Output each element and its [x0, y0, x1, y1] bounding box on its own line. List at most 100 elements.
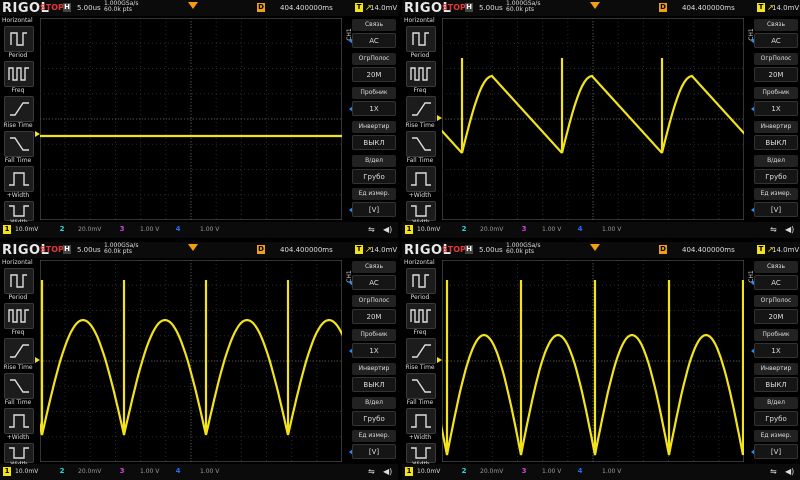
- fall-time-button[interactable]: [4, 373, 34, 399]
- positive-width-button[interactable]: [4, 408, 34, 434]
- speaker-icon[interactable]: ◀): [785, 225, 794, 234]
- rise-time-button[interactable]: [4, 338, 34, 364]
- channel-1-box[interactable]: 1: [405, 225, 413, 234]
- channel-1-box[interactable]: 1: [3, 467, 11, 476]
- channel-4-box[interactable]: 4: [576, 225, 584, 234]
- delay-value[interactable]: 404.400000ms: [682, 4, 735, 12]
- period-button[interactable]: [406, 26, 436, 52]
- coupling-value[interactable]: AC: [352, 33, 396, 48]
- fall-time-button[interactable]: [406, 373, 436, 399]
- delay-value[interactable]: 404.400000ms: [280, 246, 333, 254]
- graticule: [442, 260, 744, 462]
- channel-3-box[interactable]: 3: [520, 467, 528, 476]
- channel-2-box[interactable]: 2: [58, 467, 66, 476]
- trigger-box: T: [355, 245, 363, 254]
- invert-value[interactable]: ВЫКЛ: [352, 135, 396, 150]
- speaker-icon[interactable]: ◀): [383, 225, 392, 234]
- channel-4-box[interactable]: 4: [174, 225, 182, 234]
- freq-button[interactable]: [406, 61, 436, 87]
- channel-1-level-marker: [437, 115, 442, 121]
- channel-1-box[interactable]: 1: [405, 467, 413, 476]
- waveform-display[interactable]: [442, 260, 744, 462]
- waveform-display[interactable]: [40, 260, 342, 462]
- unit-value[interactable]: [V]: [352, 202, 396, 217]
- channel-4-box[interactable]: 4: [174, 467, 182, 476]
- timebase-value[interactable]: 5.00us: [77, 4, 101, 12]
- trigger-level[interactable]: 14.0mV: [370, 4, 397, 12]
- volts-div-value[interactable]: Грубо: [754, 169, 798, 184]
- run-status[interactable]: STOP: [40, 245, 64, 254]
- frequency-icon: [8, 309, 29, 323]
- trigger-level[interactable]: 14.0mV: [772, 4, 799, 12]
- trigger-level[interactable]: 14.0mV: [772, 246, 799, 254]
- horizontal-box: H: [465, 245, 473, 254]
- fall-time-icon: [10, 379, 29, 393]
- freq-button[interactable]: [4, 303, 34, 329]
- fall-time-button[interactable]: [4, 131, 34, 157]
- timebase-value[interactable]: 5.00us: [77, 246, 101, 254]
- freq-button[interactable]: [406, 303, 436, 329]
- volts-div-value[interactable]: Грубо: [352, 411, 396, 426]
- bandwidth-value[interactable]: 20M: [352, 67, 396, 82]
- unit-value[interactable]: [V]: [754, 202, 798, 217]
- probe-value[interactable]: 1X: [754, 101, 798, 116]
- fall-time-label: Fall Time: [4, 157, 32, 164]
- negative-width-button[interactable]: [406, 443, 436, 463]
- invert-value[interactable]: ВЫКЛ: [754, 135, 798, 150]
- rise-time-button[interactable]: [406, 96, 436, 122]
- channel-3-box[interactable]: 3: [118, 467, 126, 476]
- freq-button[interactable]: [4, 61, 34, 87]
- period-button[interactable]: [406, 268, 436, 294]
- probe-value[interactable]: 1X: [352, 101, 396, 116]
- channel-2-box[interactable]: 2: [460, 225, 468, 234]
- rise-time-button[interactable]: [406, 338, 436, 364]
- invert-value[interactable]: ВЫКЛ: [754, 377, 798, 392]
- period-button[interactable]: [4, 268, 34, 294]
- positive-width-button[interactable]: [4, 166, 34, 192]
- timebase-value[interactable]: 5.00us: [479, 4, 503, 12]
- bandwidth-value[interactable]: 20M: [754, 67, 798, 82]
- run-status[interactable]: STOP: [442, 245, 466, 254]
- graticule: [40, 260, 342, 462]
- channel-1-box[interactable]: 1: [3, 225, 11, 234]
- channel-4-box[interactable]: 4: [576, 467, 584, 476]
- invert-value[interactable]: ВЫКЛ: [352, 377, 396, 392]
- volts-div-value[interactable]: Грубо: [754, 411, 798, 426]
- coupling-value[interactable]: AC: [754, 275, 798, 290]
- negative-width-button[interactable]: [406, 201, 436, 221]
- trigger-box: T: [757, 3, 765, 12]
- channel-1-level-marker: [437, 357, 442, 363]
- speaker-icon[interactable]: ◀): [785, 467, 794, 476]
- delay-value[interactable]: 404.400000ms: [682, 246, 735, 254]
- period-button[interactable]: [4, 26, 34, 52]
- negative-width-button[interactable]: [4, 201, 34, 221]
- channel-2-box[interactable]: 2: [460, 467, 468, 476]
- trigger-box: T: [757, 245, 765, 254]
- run-status[interactable]: STOP: [442, 3, 466, 12]
- channel-3-box[interactable]: 3: [118, 225, 126, 234]
- waveform-display[interactable]: [40, 18, 342, 220]
- bandwidth-value[interactable]: 20M: [754, 309, 798, 324]
- positive-width-button[interactable]: [406, 408, 436, 434]
- negative-width-button[interactable]: [4, 443, 34, 463]
- speaker-icon[interactable]: ◀): [383, 467, 392, 476]
- trigger-position-marker: [590, 244, 600, 251]
- fall-time-button[interactable]: [406, 131, 436, 157]
- volts-div-value[interactable]: Грубо: [352, 169, 396, 184]
- coupling-value[interactable]: AC: [754, 33, 798, 48]
- unit-value[interactable]: [V]: [352, 444, 396, 459]
- positive-width-button[interactable]: [406, 166, 436, 192]
- channel-2-box[interactable]: 2: [58, 225, 66, 234]
- timebase-value[interactable]: 5.00us: [479, 246, 503, 254]
- probe-value[interactable]: 1X: [754, 343, 798, 358]
- probe-value[interactable]: 1X: [352, 343, 396, 358]
- bandwidth-value[interactable]: 20M: [352, 309, 396, 324]
- channel-3-box[interactable]: 3: [520, 225, 528, 234]
- rise-time-button[interactable]: [4, 96, 34, 122]
- run-status[interactable]: STOP: [40, 3, 64, 12]
- trigger-level[interactable]: 14.0mV: [370, 246, 397, 254]
- coupling-value[interactable]: AC: [352, 275, 396, 290]
- delay-value[interactable]: 404.400000ms: [280, 4, 333, 12]
- unit-value[interactable]: [V]: [754, 444, 798, 459]
- waveform-display[interactable]: [442, 18, 744, 220]
